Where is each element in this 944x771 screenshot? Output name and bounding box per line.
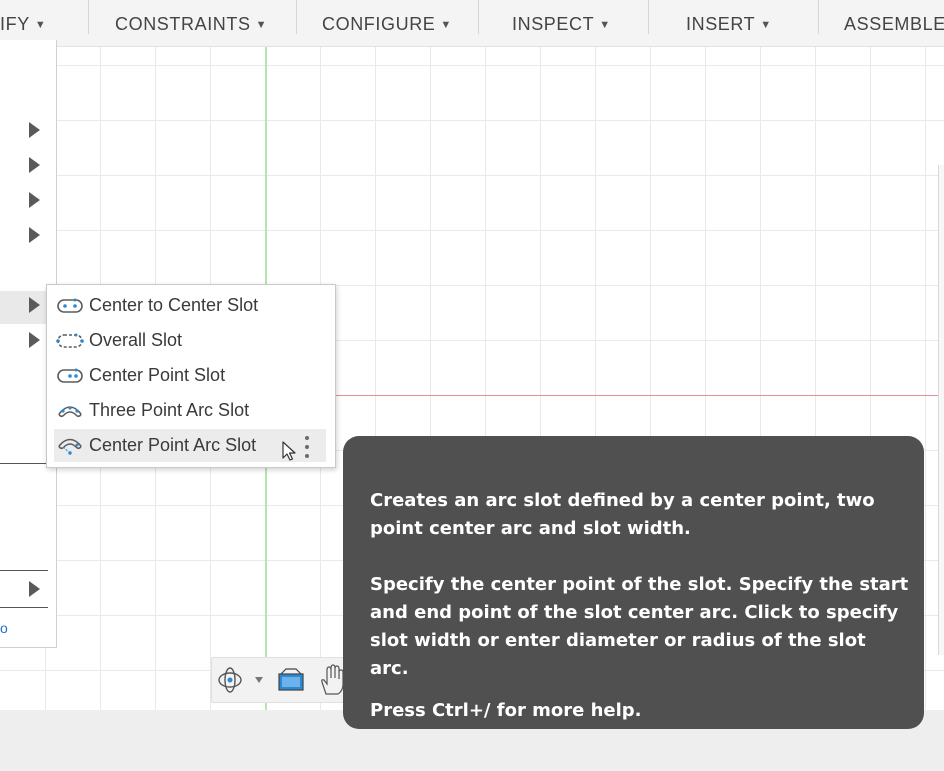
- menu-item-center-to-center-slot[interactable]: Center to Center Slot: [54, 289, 326, 322]
- toolbar-menu-label: INSPECT: [512, 14, 595, 34]
- more-options-icon[interactable]: [302, 434, 312, 460]
- menu-item-three-point-arc-slot[interactable]: Three Point Arc Slot: [54, 394, 326, 427]
- menu-item-label: Overall Slot: [89, 330, 183, 350]
- toolbar-menu-label: INSERT: [686, 14, 756, 34]
- menu-item-label: Center Point Arc Slot: [89, 435, 257, 455]
- chevron-down-icon: ▼: [760, 19, 772, 31]
- chevron-down-icon[interactable]: [254, 676, 264, 684]
- toolbar-divider: [478, 0, 479, 34]
- right-side-panel: [938, 165, 944, 655]
- toolbar-menu-configure[interactable]: CONFIGURE ▼: [322, 12, 452, 36]
- chevron-down-icon: ▼: [440, 19, 452, 31]
- tooltip-help-hint: Press Ctrl+/ for more help.: [370, 700, 642, 721]
- tooltip-instructions: Specify the center point of the slot. Sp…: [370, 574, 909, 679]
- menu-item-overall-slot[interactable]: Overall Slot: [54, 324, 326, 357]
- look-at-icon[interactable]: [277, 666, 305, 694]
- toolbar-divider: [296, 0, 297, 34]
- center-to-center-slot-icon: [57, 298, 83, 313]
- overall-slot-icon: [56, 333, 84, 348]
- toolbar-divider: [648, 0, 649, 34]
- chevron-down-icon: ▼: [255, 19, 268, 31]
- toolbar-menu-modify[interactable]: IFY ▼: [0, 12, 46, 36]
- menu-item-center-point-slot[interactable]: Center Point Slot: [54, 359, 326, 392]
- toolbar-menu-inspect[interactable]: INSPECT ▼: [512, 12, 611, 36]
- toolbar-menu-label: CONFIGURE: [322, 14, 436, 34]
- submenu-arrow-icon[interactable]: [29, 192, 40, 208]
- menu-item-label: Three Point Arc Slot: [89, 400, 250, 420]
- menu-divider: [0, 463, 48, 464]
- submenu-arrow-icon[interactable]: [29, 122, 40, 138]
- center-point-slot-icon: [57, 368, 83, 383]
- toolbar-menu-constraints[interactable]: CONSTRAINTS ▼: [115, 12, 267, 36]
- menu-divider: [0, 570, 48, 571]
- toolbar-menu-insert[interactable]: INSERT ▼: [686, 12, 772, 36]
- top-toolbar: IFY ▼ CONSTRAINTS ▼ CONFIGURE ▼ INSPECT ▼ IN…: [0, 0, 944, 47]
- submenu-arrow-icon[interactable]: [29, 332, 40, 348]
- chevron-down-icon: ▼: [34, 19, 47, 31]
- chevron-down-icon: ▼: [599, 19, 611, 31]
- tooltip-description: Creates an arc slot defined by a center …: [370, 490, 875, 539]
- submenu-arrow-icon[interactable]: [29, 227, 40, 243]
- toolbar-menu-label: ASSEMBLE: [844, 14, 944, 34]
- navigation-toolbar: [211, 657, 353, 703]
- toolbar-menu-label: CONSTRAINTS: [115, 14, 251, 34]
- toolbar-menu-label: IFY: [0, 14, 30, 34]
- toolbar-menu-assemble[interactable]: ASSEMBLE: [844, 12, 944, 36]
- mouse-cursor-icon: [282, 441, 296, 461]
- menu-item-label: Center to Center Slot: [89, 295, 259, 315]
- x-axis-line: [335, 395, 940, 396]
- center-point-arc-slot-icon: [58, 438, 82, 455]
- tool-help-tooltip: Creates an arc slot defined by a center …: [343, 436, 924, 729]
- menu-item-label: Center Point Slot: [89, 365, 226, 385]
- menu-divider: [0, 607, 48, 608]
- menu-item-partial-text[interactable]: o: [0, 620, 8, 636]
- toolbar-divider: [88, 0, 89, 34]
- submenu-arrow-icon[interactable]: [29, 297, 40, 313]
- orbit-icon[interactable]: [215, 666, 245, 694]
- submenu-arrow-icon[interactable]: [29, 157, 40, 173]
- submenu-arrow-icon[interactable]: [29, 581, 40, 597]
- three-point-arc-slot-icon: [58, 406, 82, 418]
- toolbar-divider: [818, 0, 819, 34]
